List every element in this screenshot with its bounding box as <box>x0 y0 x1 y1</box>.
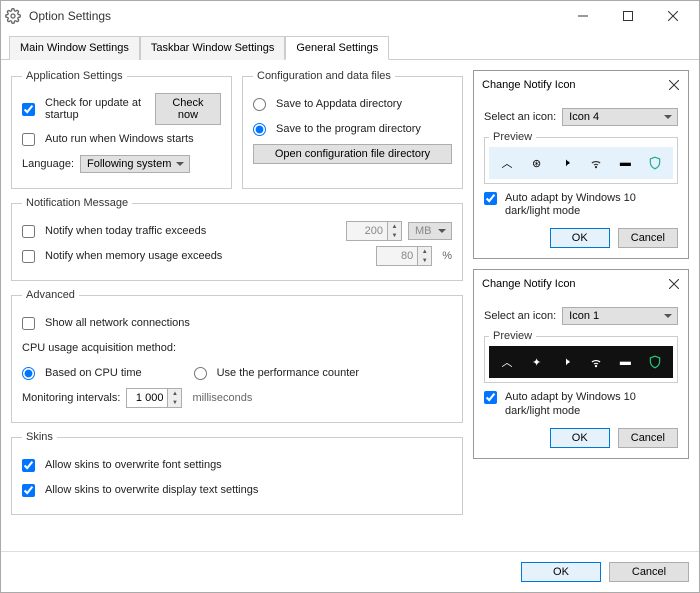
save-program-radio[interactable] <box>253 123 266 136</box>
dialog2-autoadapt-checkbox[interactable] <box>484 391 497 404</box>
wifi-icon <box>588 354 604 370</box>
auto-run-label: Auto run when Windows starts <box>45 133 194 145</box>
check-update-checkbox[interactable] <box>22 103 35 116</box>
notify-traffic-label: Notify when today traffic exceeds <box>45 225 206 237</box>
window-title: Option Settings <box>25 9 560 23</box>
skins-legend: Skins <box>22 431 57 443</box>
config-files-legend: Configuration and data files <box>253 70 395 82</box>
save-appdata-radio[interactable] <box>253 98 266 111</box>
dialog1-icon-select[interactable]: Icon 4 <box>562 108 678 126</box>
notify-traffic-checkbox[interactable] <box>22 225 35 238</box>
right-column: Change Notify Icon Select an icon: Icon … <box>473 70 689 541</box>
save-appdata-label: Save to Appdata directory <box>276 98 402 110</box>
show-all-connections-label: Show all network connections <box>45 317 190 329</box>
dialog2-icon-strip: ︿ ✦ 🕨 ▬ <box>489 346 673 378</box>
skins-group: Skins Allow skins to overwrite font sett… <box>11 431 463 515</box>
application-settings-group: Application Settings Check for update at… <box>11 70 232 189</box>
tab-main-window[interactable]: Main Window Settings <box>9 36 140 60</box>
tab-taskbar-window[interactable]: Taskbar Window Settings <box>140 36 286 60</box>
dialog1-autoadapt-checkbox[interactable] <box>484 192 497 205</box>
tab-general-settings[interactable]: General Settings <box>285 36 389 60</box>
notification-legend: Notification Message <box>22 197 132 209</box>
check-now-button[interactable]: Check now <box>155 93 221 125</box>
traffic-icon: ⊛ <box>529 155 545 171</box>
advanced-legend: Advanced <box>22 289 79 301</box>
dialog2-ok-button[interactable]: OK <box>550 428 610 448</box>
check-update-label: Check for update at startup <box>45 97 143 121</box>
dialog2-select-label: Select an icon: <box>484 310 556 322</box>
notify-memory-checkbox[interactable] <box>22 250 35 263</box>
cpu-time-radio[interactable] <box>22 367 35 380</box>
skins-text-checkbox[interactable] <box>22 484 35 497</box>
main-cancel-button[interactable]: Cancel <box>609 562 689 582</box>
left-column: Application Settings Check for update at… <box>11 70 463 541</box>
main-ok-button[interactable]: OK <box>521 562 601 582</box>
battery-icon: ▬ <box>617 155 633 171</box>
dialog1-autoadapt-label: Auto adapt by Windows 10 dark/light mode <box>505 192 678 218</box>
notification-group: Notification Message Notify when today t… <box>11 197 463 281</box>
dialog2-autoadapt-label: Auto adapt by Windows 10 dark/light mode <box>505 391 678 417</box>
monitoring-intervals-label: Monitoring intervals: <box>22 392 120 404</box>
speaker-icon: 🕨 <box>558 354 574 370</box>
cpu-time-label: Based on CPU time <box>45 367 142 379</box>
change-notify-icon-dialog-1: Change Notify Icon Select an icon: Icon … <box>473 70 689 259</box>
language-select[interactable]: Following system <box>80 155 190 173</box>
auto-run-checkbox[interactable] <box>22 133 35 146</box>
dialog1-close-button[interactable] <box>666 77 682 93</box>
dialog1-select-label: Select an icon: <box>484 111 556 123</box>
speaker-icon: 🕨 <box>558 155 574 171</box>
dialog1-preview: Preview ︿ ⊛ 🕨 ▬ <box>484 131 678 184</box>
dialog1-title: Change Notify Icon <box>482 79 666 91</box>
chevron-up-icon: ︿ <box>499 354 515 370</box>
dialog1-cancel-button[interactable]: Cancel <box>618 228 678 248</box>
perf-counter-radio[interactable] <box>194 367 207 380</box>
dialog2-cancel-button[interactable]: Cancel <box>618 428 678 448</box>
change-notify-icon-dialog-2: Change Notify Icon Select an icon: Icon … <box>473 269 689 458</box>
tab-content: Application Settings Check for update at… <box>1 60 699 551</box>
option-settings-window: Option Settings Main Window Settings Tas… <box>0 0 700 593</box>
application-settings-legend: Application Settings <box>22 70 127 82</box>
dialog2-close-button[interactable] <box>666 276 682 292</box>
dialog2-icon-select[interactable]: Icon 1 <box>562 307 678 325</box>
language-label: Language: <box>22 158 74 170</box>
titlebar: Option Settings <box>1 1 699 31</box>
minimize-button[interactable] <box>560 2 605 30</box>
shield-icon <box>647 155 663 171</box>
advanced-group: Advanced Show all network connections CP… <box>11 289 463 423</box>
dialog1-ok-button[interactable]: OK <box>550 228 610 248</box>
memory-unit-label: % <box>442 250 452 262</box>
dialog2-preview: Preview ︿ ✦ 🕨 ▬ <box>484 330 678 383</box>
traffic-unit-select[interactable]: MB <box>408 222 452 240</box>
skins-text-label: Allow skins to overwrite display text se… <box>45 484 258 496</box>
cpu-method-label: CPU usage acquisition method: <box>22 342 176 354</box>
chevron-up-icon: ︿ <box>499 155 515 171</box>
battery-icon: ▬ <box>617 354 633 370</box>
monitoring-intervals-unit: milliseconds <box>192 392 252 404</box>
gear-icon <box>5 8 21 24</box>
maximize-button[interactable] <box>605 2 650 30</box>
wifi-icon <box>588 155 604 171</box>
traffic-value-input[interactable]: ▲▼ <box>346 221 402 241</box>
save-program-label: Save to the program directory <box>276 123 421 135</box>
memory-value-input[interactable]: ▲▼ <box>376 246 432 266</box>
skins-font-checkbox[interactable] <box>22 459 35 472</box>
skins-font-label: Allow skins to overwrite font settings <box>45 459 222 471</box>
shield-icon <box>647 354 663 370</box>
dialog1-icon-strip: ︿ ⊛ 🕨 ▬ <box>489 147 673 179</box>
close-button[interactable] <box>650 2 695 30</box>
traffic-icon: ✦ <box>529 354 545 370</box>
tabs: Main Window Settings Taskbar Window Sett… <box>1 31 699 60</box>
config-files-group: Configuration and data files Save to App… <box>242 70 463 189</box>
notify-memory-label: Notify when memory usage exceeds <box>45 250 222 262</box>
bottom-bar: OK Cancel <box>1 551 699 592</box>
perf-counter-label: Use the performance counter <box>217 367 359 379</box>
show-all-connections-checkbox[interactable] <box>22 317 35 330</box>
open-config-dir-button[interactable]: Open configuration file directory <box>253 144 452 164</box>
dialog1-preview-label: Preview <box>489 131 536 143</box>
monitoring-intervals-input[interactable]: ▲▼ <box>126 388 182 408</box>
dialog2-title: Change Notify Icon <box>482 278 666 290</box>
dialog2-preview-label: Preview <box>489 330 536 342</box>
